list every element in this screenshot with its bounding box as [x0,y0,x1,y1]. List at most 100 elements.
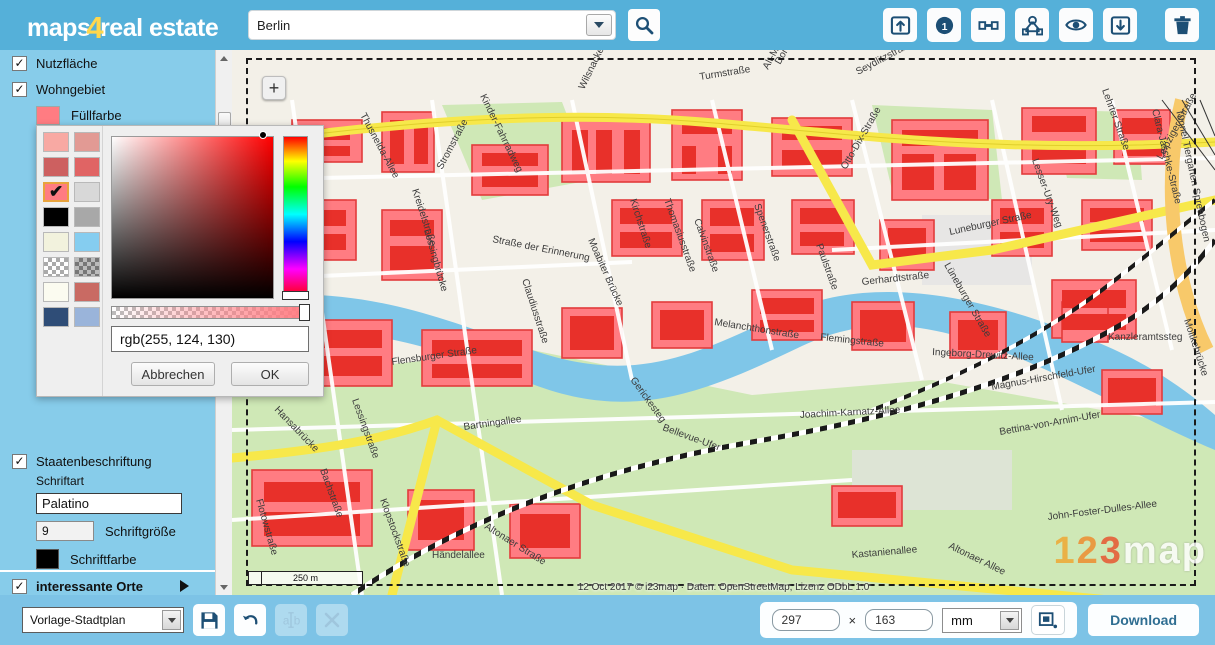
preview-eye-icon-button[interactable] [1059,8,1093,42]
sv-cursor-handle[interactable] [259,131,267,139]
street-label: Händelallee [432,550,485,561]
search-button[interactable] [628,9,660,41]
app-header: maps4real estate [0,0,1215,50]
color-swatch-0[interactable] [43,132,69,152]
font-size-label: Schriftgröße [105,524,176,539]
font-family-input[interactable] [36,493,182,514]
download-button[interactable]: Download [1088,604,1199,636]
street-label: Kanzleramtssteg [1108,332,1182,343]
open-project-icon-button[interactable] [883,8,917,42]
color-swatch-9[interactable] [74,232,100,252]
cancel-button[interactable]: Abbrechen [131,362,215,386]
layer-label-wohngebiet: Wohngebiet [36,82,105,97]
chevron-down-icon [168,618,176,623]
logo-text-maps: maps [27,14,90,42]
alpha-gradient [112,307,308,318]
size-times-symbol: × [849,613,857,628]
info-badge-icon-button[interactable]: 1 [927,8,961,42]
unit-select-arrow[interactable] [1000,611,1019,630]
swatch-check-icon: ✔ [49,182,63,202]
scroll-down-button[interactable] [216,579,232,595]
close-button[interactable] [316,604,348,636]
map-attribution: 12 Oct 2017 © i23map · Daten: OpenStreet… [578,582,870,593]
export-width-input[interactable] [772,609,840,631]
zoom-in-button[interactable]: + [262,76,286,100]
color-swatch-14[interactable] [43,307,69,327]
alpha-slider[interactable] [111,306,309,319]
header-toolbar: 1 [883,8,1199,42]
expand-arrow-interessante-orte[interactable] [180,580,189,592]
picker-main: Abbrechen OK [103,126,323,396]
saturation-value-area[interactable] [111,136,274,299]
color-swatch-6[interactable] [43,207,69,227]
color-swatch-4[interactable]: ✔ [43,182,69,202]
network-share-icon-button[interactable] [1015,8,1049,42]
hue-slider[interactable] [283,136,308,299]
text-tool-button[interactable]: a b [275,604,307,636]
svg-text:1: 1 [941,20,947,32]
measure-tool-icon-button[interactable] [971,8,1005,42]
color-swatch-3[interactable] [74,157,100,177]
swatch-grid: ✔ [43,132,102,327]
search-dropdown-button[interactable] [586,14,612,36]
search-icon [634,15,654,35]
template-select-arrow[interactable] [162,610,181,630]
color-swatch-10[interactable] [43,257,69,277]
state-labels-section: ✓ Staatenbeschriftung Schriftart Schrift… [0,448,215,569]
checkbox-wohngebiet[interactable]: ✓ [12,82,27,97]
font-size-input[interactable] [36,521,94,541]
sidebar-item-nutzflaeche[interactable]: ✓ Nutzfläche [0,50,232,76]
color-swatch-7[interactable] [74,207,100,227]
save-project-icon-button[interactable] [1103,8,1137,42]
hue-slider-handle[interactable] [282,291,309,300]
template-select[interactable]: Vorlage-Stadtplan [22,607,184,633]
color-swatch-8[interactable] [43,232,69,252]
color-swatch-5[interactable] [74,182,100,202]
color-swatch-11[interactable] [74,257,100,277]
color-swatch-2[interactable] [43,157,69,177]
checkbox-interessante-orte[interactable]: ✓ [12,579,27,594]
text-tool-icon: a b [281,611,301,629]
open-project-icon [890,15,911,36]
export-height-input[interactable] [865,609,933,631]
map-viewport[interactable]: Thusnelda-AlleeTurmstraßeKinder-Fahrradw… [232,50,1215,595]
search-input[interactable] [249,11,579,39]
color-swatch-13[interactable] [74,282,100,302]
delete-trash-icon-button[interactable] [1165,8,1199,42]
save-button[interactable] [193,604,225,636]
color-swatch-15[interactable] [74,307,100,327]
app-logo[interactable]: maps4real estate [27,8,218,42]
sidebar-item-wohngebiet[interactable]: ✓ Wohngebiet [0,76,232,102]
scroll-up-button[interactable] [216,50,232,66]
triangle-down-icon [220,585,228,590]
undo-button[interactable] [234,604,266,636]
fill-color-swatch[interactable] [36,106,60,125]
footer-left-group: Vorlage-Stadtplan [22,603,348,637]
fit-to-page-button[interactable] [1031,605,1065,635]
sidebar-item-staatenbeschriftung[interactable]: ✓ Staatenbeschriftung [0,448,215,474]
layer-label-staatenbeschriftung: Staatenbeschriftung [36,454,152,469]
logo-digit-four: 4 [86,10,103,46]
alpha-slider-handle[interactable] [299,304,310,321]
preview-eye-icon [1065,14,1087,36]
color-swatch-1[interactable] [74,132,100,152]
ok-button[interactable]: OK [231,362,309,386]
svg-text:b: b [294,615,301,628]
rgb-value-input[interactable] [111,326,309,352]
info-badge-icon: 1 [934,15,955,36]
font-color-swatch[interactable] [36,549,59,569]
footer-right-group: × mm Download [760,602,1199,638]
chevron-down-icon [1006,618,1014,623]
application-window: maps4real estate [0,0,1215,645]
logo-text-realestate: real estate [100,14,218,42]
sidebar-group-interessante-orte[interactable]: ✓ interessante Orte [0,570,215,595]
group-label-interessante-orte: interessante Orte [36,579,143,594]
svg-text:a: a [283,615,290,628]
checkbox-nutzflaeche[interactable]: ✓ [12,56,27,71]
color-swatch-12[interactable] [43,282,69,302]
save-project-icon [1110,15,1131,36]
fit-to-page-icon [1038,611,1058,630]
checkbox-staatenbeschriftung[interactable]: ✓ [12,454,27,469]
unit-select[interactable]: mm [942,608,1022,633]
font-family-label: Schriftart [0,474,215,493]
